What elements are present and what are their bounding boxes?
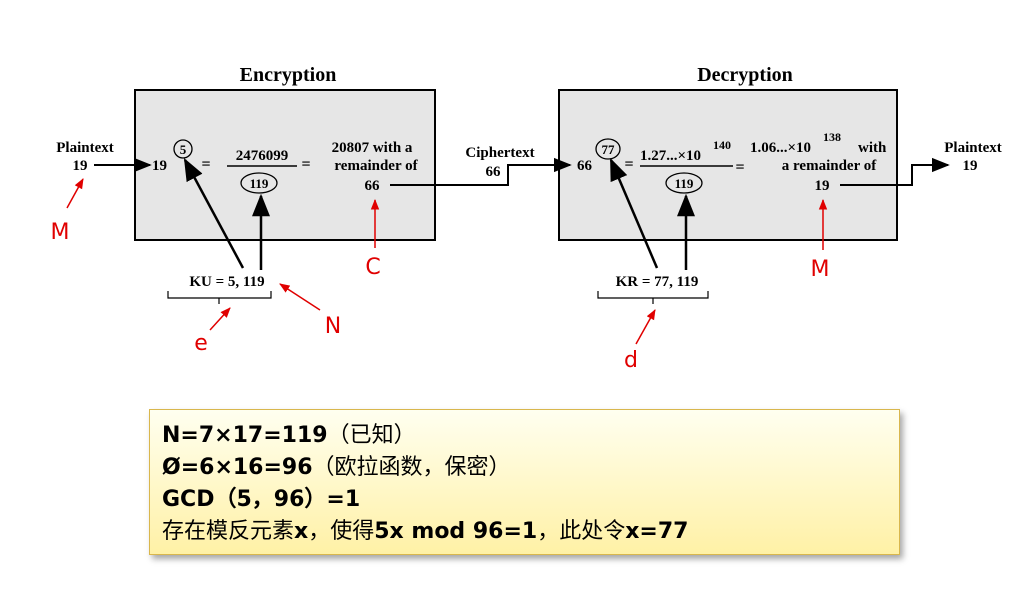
decryption-result-mantissa: 1.06...×10	[750, 140, 811, 156]
plaintext-input-value: 19	[73, 158, 88, 174]
note-inverse-c: ，使得	[308, 519, 375, 544]
decryption-result-line2: a remainder of	[782, 158, 877, 174]
note-line-phi: Ø=6×16=96（欧拉函数，保密）	[162, 452, 887, 484]
encryption-numerator: 2476099	[236, 148, 289, 164]
note-n-formula: N=7×17=119	[162, 423, 328, 448]
note-phi-formula: Ø=6×16=96	[162, 455, 313, 480]
private-key-label: KR = 77, 119	[616, 274, 699, 290]
decryption-result-exponent: 138	[823, 130, 841, 144]
decryption-result-with: with	[858, 140, 887, 156]
plaintext-input-label: Plaintext	[56, 140, 114, 156]
annotation-m-decrypted: M	[811, 257, 830, 282]
encryption-result-line3: 66	[365, 178, 381, 194]
plaintext-output-value: 19	[963, 158, 978, 174]
annotation-arrow-d	[635, 309, 656, 345]
rsa-key-note: N=7×17=119（已知） Ø=6×16=96（欧拉函数，保密） GCD（5，…	[149, 409, 900, 555]
note-inverse-result: x=77	[625, 519, 689, 544]
decryption-numerator-exponent: 140	[713, 138, 731, 152]
ciphertext-value: 66	[486, 164, 502, 180]
note-phi-remark: （欧拉函数，保密）	[312, 455, 511, 480]
equals-sign: =	[201, 156, 210, 173]
public-key-label: KU = 5, 119	[189, 274, 264, 290]
decryption-modulus: 119	[675, 176, 694, 191]
note-n-remark: （已知）	[327, 423, 416, 448]
decryption-title: Decryption	[697, 64, 793, 86]
decryption-exponent: 77	[602, 142, 616, 157]
note-inverse-e: ，此处令	[537, 519, 626, 544]
equals-sign: =	[624, 156, 633, 173]
public-key-brace	[167, 291, 272, 304]
note-inverse-equation: 5x mod 96=1	[374, 519, 538, 544]
annotation-arrow-e	[209, 307, 231, 331]
note-line-inverse: 存在模反元素x，使得5x mod 96=1，此处令x=77	[162, 516, 887, 548]
decryption-numerator: 1.27...×10	[640, 148, 701, 164]
encryption-modulus: 119	[250, 176, 269, 191]
decryption-result-line3: 19	[815, 178, 830, 194]
note-inverse-a: 存在模反元素	[162, 519, 295, 544]
annotation-n: N	[325, 314, 341, 339]
encryption-result-line2: remainder of	[334, 158, 418, 174]
encryption-title: Encryption	[240, 64, 337, 86]
annotation-d: d	[624, 348, 638, 373]
equals-sign: =	[735, 159, 744, 176]
note-line-n: N=7×17=119（已知）	[162, 420, 887, 452]
decryption-input-value: 66	[577, 158, 593, 174]
annotation-arrow-m1	[66, 178, 84, 209]
annotation-c: C	[365, 255, 380, 280]
note-inverse-x: x	[294, 519, 309, 544]
annotation-e: e	[194, 331, 208, 356]
note-line-gcd: GCD（5，96）=1	[162, 487, 361, 512]
annotation-m-plaintext: M	[51, 220, 70, 245]
equals-sign: =	[301, 156, 310, 173]
annotation-arrow-n	[279, 283, 321, 311]
encryption-result-line1: 20807 with a	[332, 140, 413, 156]
encryption-exponent: 5	[180, 142, 187, 157]
plaintext-output-label: Plaintext	[944, 140, 1002, 156]
ciphertext-label: Ciphertext	[465, 145, 534, 161]
private-key-brace	[597, 291, 709, 304]
encryption-input-value: 19	[152, 158, 167, 174]
